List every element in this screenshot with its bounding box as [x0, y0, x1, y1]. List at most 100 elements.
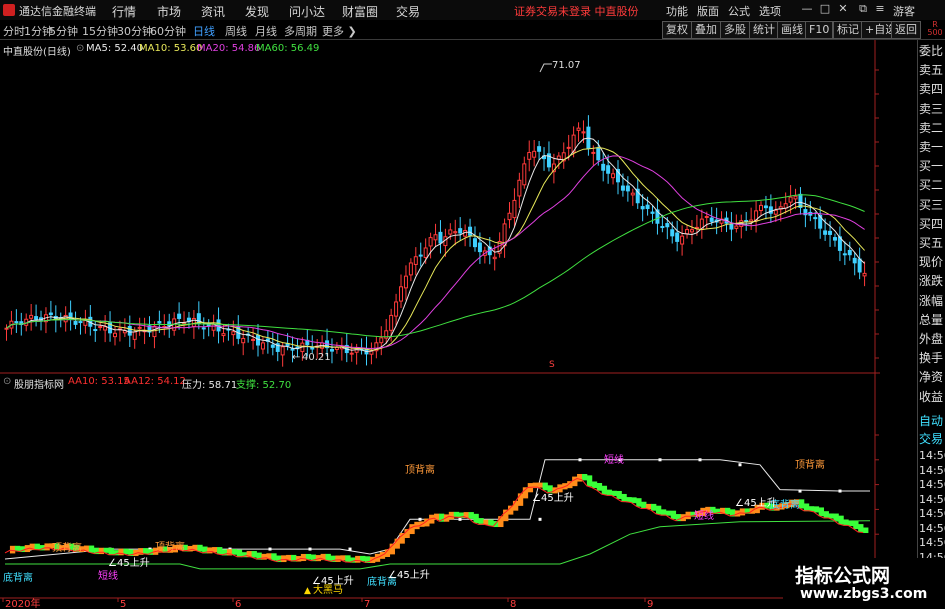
candle-body	[157, 321, 162, 324]
quote-field-12: 涨跌	[919, 274, 944, 289]
quote-field-4: 卖二	[919, 120, 944, 135]
ann-rise-4: ∠45上升	[532, 492, 574, 504]
aa-band-block	[586, 475, 593, 487]
candle-body	[29, 314, 34, 319]
toolbar-button-2[interactable]: 多股	[720, 21, 750, 39]
x-tick-label: 2020年	[5, 597, 40, 609]
menu-quotes[interactable]: 行情	[112, 3, 136, 20]
quote-field-3: 卖三	[919, 101, 944, 116]
tick-time-0: 14:56	[919, 449, 945, 462]
period-tab-7[interactable]: 周线	[225, 23, 247, 39]
menu-icon[interactable]: ≡	[873, 2, 887, 16]
indicator-collapse-icon[interactable]: ⊙	[3, 376, 11, 387]
candle-body	[507, 212, 512, 221]
login-status: 证券交易未登录 中直股份	[514, 5, 639, 18]
signal-marker: S	[549, 360, 555, 370]
candle-body	[423, 247, 428, 258]
quote-field-6: 买一	[919, 159, 944, 174]
menu-trade[interactable]: 交易	[396, 3, 420, 20]
watermark-title: 指标公式网	[795, 565, 891, 587]
period-tab-5[interactable]: 60分钟	[150, 23, 186, 39]
period-tab-2[interactable]: 5分钟	[49, 23, 78, 39]
candle-body	[625, 185, 630, 192]
toolbar-button-4[interactable]: 画线	[777, 21, 807, 39]
aa-band-block	[838, 515, 844, 525]
candle-body	[428, 237, 433, 247]
restore-icon[interactable]: □	[818, 2, 832, 16]
candle-body	[591, 151, 596, 154]
toolbar-button-6[interactable]: 标记	[833, 21, 863, 39]
aa-band-block	[468, 512, 474, 519]
close-icon[interactable]: ✕	[836, 2, 850, 16]
high-label: 71.07	[552, 60, 581, 71]
menu-ask[interactable]: 问小达	[289, 3, 325, 20]
tool-options[interactable]: 选项	[759, 3, 781, 19]
toolbar-button-8[interactable]: 返回	[891, 21, 921, 39]
aa-band-block	[724, 507, 731, 515]
ann-short-1: 短线	[98, 569, 118, 582]
period-tab-4[interactable]: 30分钟	[117, 23, 153, 39]
aa-band-block	[345, 555, 351, 563]
candle-body	[842, 253, 847, 256]
toolbar-button-5[interactable]: F10	[805, 21, 834, 39]
tick-time-6: 14:56	[919, 536, 945, 549]
extra-icon[interactable]: ⧉	[856, 2, 870, 16]
menu-discover[interactable]: 发现	[245, 3, 269, 20]
aa-band-block	[355, 555, 361, 563]
pressure-legend: 压力: 58.71	[182, 380, 238, 391]
aa-band-block	[123, 548, 129, 555]
x-tick-label: 7	[364, 599, 370, 609]
menu-wealth[interactable]: 财富圈	[342, 3, 378, 20]
aa-band-block	[305, 553, 312, 560]
ann-short-2: 短线	[604, 453, 624, 466]
aa-band-block	[670, 510, 677, 520]
ann-short-3: 短线	[694, 509, 714, 522]
period-tab-10[interactable]: 更多 ❯	[322, 23, 357, 39]
aa-band-block	[823, 511, 829, 519]
period-tab-6[interactable]: 日线	[193, 23, 215, 39]
candle-body	[438, 231, 443, 244]
pressure-dot	[538, 517, 542, 521]
kline-chart[interactable]: 70.0067.5065.0062.5060.0057.5055.0052.50…	[0, 40, 880, 609]
quote-field-15: 外盘	[919, 332, 944, 346]
toolbar-button-0[interactable]: 复权	[662, 21, 692, 39]
candle-body	[847, 249, 852, 256]
guest-user[interactable]: 游客	[893, 3, 915, 19]
x-tick-label: 9	[647, 599, 653, 609]
candle-body	[418, 254, 423, 257]
minimize-icon[interactable]: —	[800, 2, 814, 16]
aa-band-block	[818, 507, 825, 517]
candle-body	[793, 195, 798, 200]
period-tab-0[interactable]: 分时	[3, 23, 25, 39]
tool-function[interactable]: 功能	[666, 3, 688, 19]
period-tab-9[interactable]: 多周期	[284, 23, 317, 39]
aa-band-block	[118, 548, 124, 556]
toolbar-button-1[interactable]: 叠加	[691, 21, 721, 39]
candle-body	[537, 146, 542, 152]
aa-band-block	[833, 513, 839, 521]
candle-body	[394, 301, 399, 317]
quote-field-16: 换手	[919, 351, 944, 366]
tick-time-4: 14:56	[919, 507, 945, 520]
aa-band-block	[665, 510, 672, 516]
aa-band-block	[281, 555, 287, 563]
pressure-dot	[308, 547, 312, 551]
aa-band-block	[537, 482, 543, 488]
auto-trade-1[interactable]: 交易	[919, 430, 943, 447]
indicator-name: 股朋指标网	[14, 380, 64, 391]
period-tab-3[interactable]: 15分钟	[82, 23, 118, 39]
menu-market[interactable]: 市场	[157, 3, 181, 20]
period-tab-8[interactable]: 月线	[255, 23, 277, 39]
auto-trade-0[interactable]: 自动	[919, 412, 943, 429]
ann-rise-5: ∠45上升	[735, 497, 777, 509]
tick-time-3: 14:56	[919, 492, 945, 506]
aa-band-block	[616, 490, 622, 499]
x-tick-label: 8	[510, 599, 516, 609]
tool-layout[interactable]: 版面	[697, 3, 719, 19]
collapse-icon[interactable]: ⊙	[76, 43, 84, 54]
tool-formula[interactable]: 公式	[728, 3, 750, 19]
toolbar-button-3[interactable]: 统计	[749, 21, 779, 39]
menu-news[interactable]: 资讯	[201, 3, 225, 20]
aa-band-block	[409, 524, 415, 535]
quote-field-10: 买五	[919, 236, 944, 250]
